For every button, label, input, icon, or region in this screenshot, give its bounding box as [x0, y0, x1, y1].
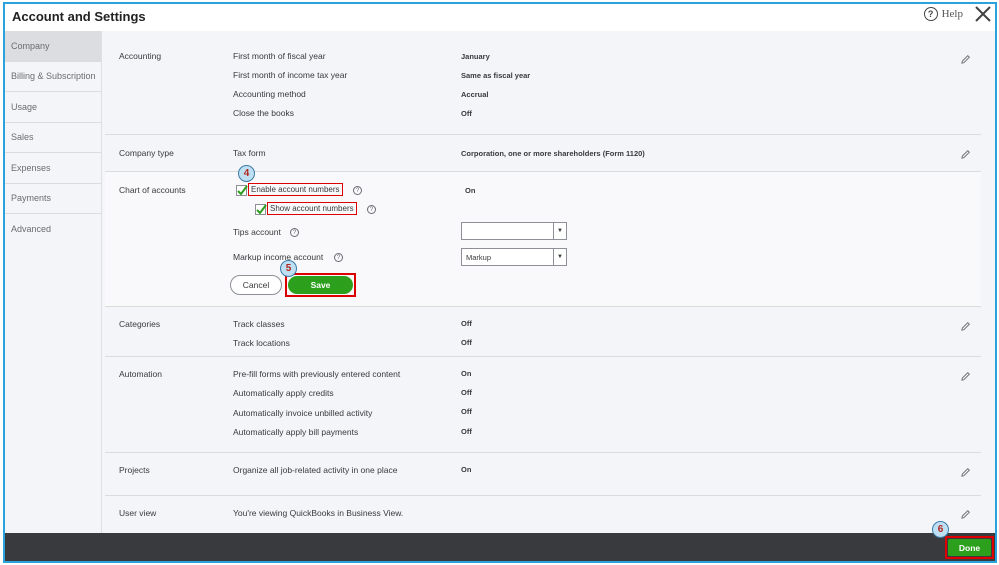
enable-account-numbers-checkbox[interactable]	[236, 185, 248, 196]
edit-pencil-icon[interactable]	[960, 149, 971, 160]
cancel-button[interactable]: Cancel	[230, 275, 282, 295]
row-label: You're viewing QuickBooks in Business Vi…	[233, 508, 404, 518]
section-label: User view	[119, 508, 157, 518]
row-value: Off	[461, 407, 472, 416]
sidebar-item-sales[interactable]: Sales	[5, 123, 101, 153]
row-label: Automatically apply bill payments	[233, 427, 359, 437]
help-label: Help	[941, 8, 963, 20]
sidebar-item-advanced[interactable]: Advanced	[5, 214, 101, 245]
row-label: Accounting method	[233, 89, 306, 99]
markup-income-select[interactable]: Markup ▼	[461, 248, 567, 266]
section-label: Projects	[119, 465, 150, 475]
company-type-section: Company type Tax form Corporation, one o…	[105, 135, 981, 172]
close-icon[interactable]	[973, 4, 993, 24]
categories-section: Categories Track classes Off Track locat…	[105, 306, 981, 357]
sidebar-background	[5, 243, 102, 533]
show-account-numbers-checkbox[interactable]	[255, 204, 267, 215]
help-link[interactable]: ? Help	[923, 7, 963, 21]
tips-account-label: Tips account	[233, 227, 281, 237]
footer-bar: Done	[5, 533, 995, 561]
enable-account-numbers-value: On	[465, 186, 476, 195]
sidebar-item-usage[interactable]: Usage	[5, 92, 101, 123]
info-icon[interactable]: ?	[367, 205, 376, 214]
save-highlight: Save	[285, 273, 356, 297]
row-value: Accrual	[461, 90, 489, 99]
user-view-section: User view You're viewing QuickBooks in B…	[105, 496, 981, 533]
row-value: On	[461, 465, 472, 474]
edit-pencil-icon[interactable]	[960, 321, 971, 332]
markup-income-label: Markup income account	[233, 252, 324, 262]
enable-account-numbers-label: Enable account numbers	[248, 183, 343, 196]
step-badge-6: 6	[932, 521, 949, 538]
done-highlight: Done	[945, 536, 994, 559]
dropdown-arrow-icon: ▼	[553, 249, 566, 265]
section-label: Chart of accounts	[119, 185, 186, 195]
edit-pencil-icon[interactable]	[960, 371, 971, 382]
edit-pencil-icon[interactable]	[960, 54, 971, 65]
row-value: Same as fiscal year	[461, 71, 531, 80]
row-label: Automatically apply credits	[233, 388, 334, 398]
settings-sidebar: Company Billing & Subscription Usage Sal…	[5, 31, 102, 245]
row-value: On	[461, 369, 472, 378]
sidebar-item-expenses[interactable]: Expenses	[5, 153, 101, 184]
page-title: Account and Settings	[12, 9, 146, 24]
row-value: Off	[461, 109, 472, 118]
step-badge-4: 4	[238, 165, 255, 182]
show-account-numbers-label: Show account numbers	[267, 202, 357, 215]
edit-pencil-icon[interactable]	[960, 509, 971, 520]
row-value: Corporation, one or more shareholders (F…	[461, 149, 645, 158]
sidebar-item-payments[interactable]: Payments	[5, 184, 101, 214]
help-icon: ?	[923, 7, 938, 21]
row-label: Organize all job-related activity in one…	[233, 465, 398, 475]
accounting-section: Accounting First month of fiscal year Ja…	[105, 31, 981, 135]
tips-account-select[interactable]: ▼	[461, 222, 567, 240]
sidebar-item-billing[interactable]: Billing & Subscription	[5, 62, 101, 92]
done-button[interactable]: Done	[948, 539, 991, 556]
step-badge-5: 5	[280, 260, 297, 277]
projects-section: Projects Organize all job-related activi…	[105, 453, 981, 496]
row-label: Tax form	[233, 148, 266, 158]
info-icon[interactable]: ?	[290, 228, 299, 237]
info-icon[interactable]: ?	[353, 186, 362, 195]
section-label: Automation	[119, 369, 162, 379]
row-label: Automatically invoice unbilled activity	[233, 408, 373, 418]
dropdown-arrow-icon: ▼	[553, 223, 566, 239]
row-value: Off	[461, 427, 472, 436]
row-label: Track locations	[233, 338, 290, 348]
edit-pencil-icon[interactable]	[960, 467, 971, 478]
sidebar-item-company[interactable]: Company	[5, 31, 101, 62]
row-value: January	[461, 52, 490, 61]
section-label: Company type	[119, 148, 174, 158]
info-icon[interactable]: ?	[334, 253, 343, 262]
section-label: Categories	[119, 319, 161, 329]
row-value: Off	[461, 319, 472, 328]
title-bar: Account and Settings ? Help	[5, 4, 995, 30]
row-label: Close the books	[233, 108, 294, 118]
settings-content: Accounting First month of fiscal year Ja…	[102, 31, 995, 533]
row-label: Track classes	[233, 319, 285, 329]
section-label: Accounting	[119, 51, 162, 61]
row-label: Pre-fill forms with previously entered c…	[233, 369, 401, 379]
row-value: Off	[461, 388, 472, 397]
settings-window: Account and Settings ? Help Company Bill…	[3, 2, 997, 563]
row-label: First month of fiscal year	[233, 51, 326, 61]
automation-section: Automation Pre-fill forms with previousl…	[105, 357, 981, 453]
save-button[interactable]: Save	[288, 276, 353, 294]
markup-income-value: Markup	[466, 252, 492, 262]
row-label: First month of income tax year	[233, 70, 348, 80]
row-value: Off	[461, 338, 472, 347]
